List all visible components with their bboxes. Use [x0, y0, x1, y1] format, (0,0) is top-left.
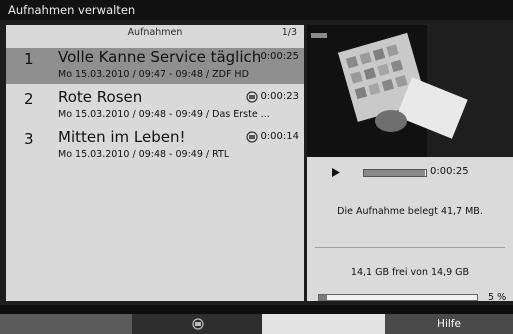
recording-size-text: Die Aufnahme belegt 41,7 MB. [337, 206, 483, 217]
recording-number: 1 [24, 50, 34, 68]
recording-info: Mo 15.03.2010 / 09:47 - 09:48 / ZDF HD [58, 69, 249, 80]
red-button[interactable] [0, 314, 132, 334]
playback-progress-fill [364, 170, 425, 176]
free-space-text: 14,1 GB frei von 14,9 GB [350, 267, 470, 278]
window-title: Aufnahmen verwalten [8, 3, 136, 17]
recording-icon [246, 131, 258, 143]
playback-time: 0:00:25 [430, 166, 469, 177]
recording-duration: 0:00:25 [260, 51, 299, 62]
play-icon [332, 168, 340, 177]
preview-panel: 0:00:25 Die Aufnahme belegt 41,7 MB. 14,… [307, 25, 513, 303]
recording-number: 2 [24, 90, 34, 108]
recording-icon [192, 318, 204, 330]
help-button[interactable]: Hilfe [385, 314, 513, 334]
recording-title: Volle Kanne Service täglich [58, 48, 262, 66]
disk-usage-percent: 5 % [488, 292, 507, 303]
video-frame-image [307, 25, 513, 157]
page-indicator: 1/3 [281, 27, 297, 38]
recording-item-3[interactable]: 3 Mitten im Leben! 0:00:14 Mo 15.03.2010… [6, 128, 304, 164]
recording-duration: 0:00:14 [260, 131, 299, 142]
list-header-title: Aufnahmen [127, 27, 183, 38]
playback-progress-bar[interactable] [363, 169, 427, 177]
title-bar: Aufnahmen verwalten [0, 0, 513, 20]
recording-duration: 0:00:23 [260, 91, 299, 102]
playback-row: 0:00:25 [307, 166, 513, 182]
list-header: Aufnahmen 1/3 [6, 25, 304, 42]
recording-list-panel: Aufnahmen 1/3 1 Volle Kanne Service tägl… [6, 25, 304, 301]
green-button[interactable] [132, 314, 262, 334]
recording-number: 3 [24, 130, 34, 148]
disk-usage-bar [318, 294, 478, 301]
recording-icon [246, 91, 258, 103]
recording-info: Mo 15.03.2010 / 09:48 - 09:49 / Das Erst… [58, 109, 270, 120]
yellow-button[interactable] [262, 314, 385, 334]
recording-item-1[interactable]: 1 Volle Kanne Service täglich 0:00:25 Mo… [6, 48, 304, 84]
disk-usage-fill [319, 295, 327, 300]
recording-info: Mo 15.03.2010 / 09:48 - 09:49 / RTL [58, 149, 230, 160]
divider [315, 247, 505, 248]
recording-manager-screen: Aufnahmen verwalten Aufnahmen 1/3 1 Voll… [0, 0, 513, 334]
recording-item-2[interactable]: 2 Rote Rosen 0:00:23 Mo 15.03.2010 / 09:… [6, 88, 304, 124]
video-preview[interactable] [307, 25, 513, 157]
recording-title: Rote Rosen [58, 88, 143, 106]
footer-bar: Hilfe [0, 305, 513, 334]
recording-title: Mitten im Leben! [58, 128, 186, 146]
